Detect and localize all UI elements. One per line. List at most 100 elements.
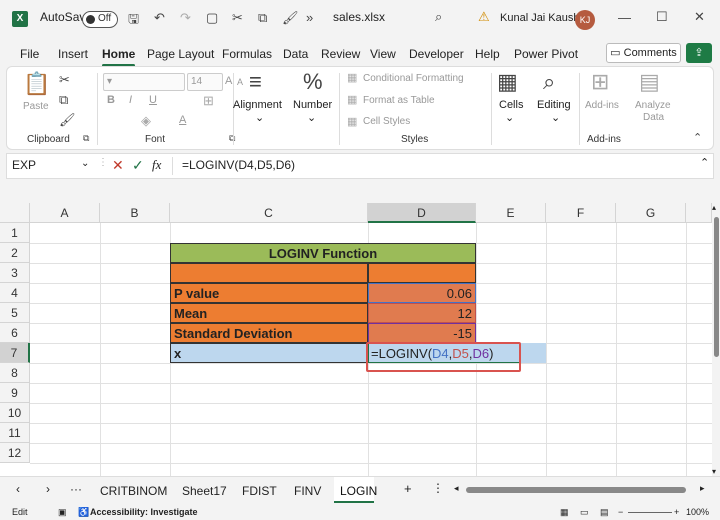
tab-review[interactable]: Review [321,47,360,61]
accessibility-icon[interactable]: ♿ [78,507,89,518]
macro-icon[interactable]: ▣ [58,507,67,518]
alignment-label[interactable]: Alignment [233,99,282,111]
scroll-right-icon[interactable]: ▸ [700,483,705,494]
column-header-c[interactable]: C [170,203,368,223]
page-break-view-icon[interactable]: ▤ [600,507,609,518]
cell-styles-button[interactable]: Cell Styles [363,116,410,127]
column-header-b[interactable]: B [100,203,170,223]
format-as-table-button[interactable]: Format as Table [363,95,435,106]
editing-search-icon[interactable]: ⌕ [543,69,555,95]
column-header-g[interactable]: G [616,203,686,223]
row-header[interactable]: 10 [0,403,30,423]
cells-icon[interactable]: ▦ [497,69,518,95]
italic-button[interactable]: I [129,94,132,106]
zoom-out-icon[interactable]: − [618,507,623,517]
vertical-scroll-thumb[interactable] [714,217,719,357]
sheet-options-icon[interactable]: ⋮ [432,481,444,495]
maximize-icon[interactable]: ☐ [656,9,668,25]
editing-label[interactable]: Editing [537,99,571,111]
table-label-cell[interactable]: Mean [170,303,368,323]
row-header[interactable]: 2 [0,243,30,263]
column-header-a[interactable]: A [30,203,100,223]
sheet-tab-fdist[interactable]: FDIST [242,484,277,498]
avatar[interactable]: KJ [575,10,595,30]
bold-button[interactable]: B [107,94,115,106]
conditional-formatting-button[interactable]: Conditional Formatting [363,73,464,84]
horizontal-scroll-thumb[interactable] [466,487,686,493]
borders-icon[interactable]: ⊞ [203,93,214,109]
scroll-down-icon[interactable]: ▾ [712,467,716,476]
column-header-e[interactable]: E [476,203,546,223]
enter-icon[interactable]: ✓ [132,157,144,174]
table-title-cell[interactable]: LOGINV Function [170,243,476,263]
expand-formula-bar-icon[interactable]: ⌃ [700,156,709,169]
vertical-scrollbar[interactable]: ▴ ▾ [712,203,720,476]
row-header[interactable]: 8 [0,363,30,383]
table-cell[interactable] [170,263,368,283]
select-all-corner[interactable] [0,203,30,223]
alignment-icon[interactable]: ≡ [249,69,262,95]
table-label-cell[interactable]: Standard Deviation [170,323,368,343]
scroll-left-icon[interactable]: ◂ [454,483,459,494]
tab-power-pivot[interactable]: Power Pivot [514,47,578,61]
font-color-button[interactable]: A [179,114,186,126]
close-icon[interactable]: ✕ [694,9,705,25]
font-size-combo[interactable]: 14 [187,73,223,91]
comments-button[interactable]: ▭ Comments [606,43,681,63]
cut-icon[interactable]: ✂ [232,10,243,26]
tab-formulas[interactable]: Formulas [222,47,272,61]
name-box-dropdown-icon[interactable]: ⌄ [81,158,89,169]
row-header[interactable]: 12 [0,443,30,463]
row-header[interactable]: 1 [0,223,30,243]
analyze-data-icon[interactable]: ▤ [639,69,660,95]
sheet-tab-critbinom[interactable]: CRITBINOM [100,484,167,498]
row-header[interactable]: 5 [0,303,30,323]
share-button[interactable]: ⇪ [686,43,712,63]
column-header-d[interactable]: D [368,203,476,223]
number-label[interactable]: Number [293,99,332,111]
tab-help[interactable]: Help [475,47,500,61]
formula-input[interactable]: =LOGINV(D4,D5,D6) [182,158,295,172]
grow-font-button[interactable]: A [225,75,232,87]
cells-label[interactable]: Cells [499,99,523,111]
number-chevron-icon[interactable]: ⌄ [307,111,316,124]
more-commands-icon[interactable]: » [306,10,313,25]
column-header-h[interactable] [686,203,712,223]
zoom-level[interactable]: 100% [686,507,709,517]
zoom-in-icon[interactable]: + [674,507,679,517]
prev-sheet-icon[interactable]: ‹ [16,482,20,496]
sheet-tab-loginv[interactable]: LOGIN [340,484,377,498]
shrink-font-button[interactable]: A [237,77,243,87]
new-icon[interactable]: ▢ [206,10,218,26]
clipboard-launcher-icon[interactable]: ⧉ [83,133,89,144]
fill-color-icon[interactable]: ◈ [141,113,151,129]
analyze-data-label[interactable]: Data [643,112,664,123]
sheet-tab-sheet17[interactable]: Sheet17 [182,484,227,498]
copy-ribbon-icon[interactable]: ⧉ [59,92,68,108]
row-header[interactable]: 11 [0,423,30,443]
row-header[interactable]: 6 [0,323,30,343]
add-sheet-icon[interactable]: + [404,481,412,496]
add-ins-icon[interactable]: ⊞ [591,69,609,95]
tab-data[interactable]: Data [283,47,308,61]
format-painter-ribbon-icon[interactable]: 🖌 [59,112,76,128]
font-name-combo[interactable]: ▾ [103,73,185,91]
cells-chevron-icon[interactable]: ⌄ [505,111,514,124]
number-format-icon[interactable]: % [303,69,323,95]
search-icon[interactable]: ⌕ [435,9,442,25]
next-sheet-icon[interactable]: › [46,482,50,496]
tab-insert[interactable]: Insert [58,47,88,61]
copy-icon[interactable]: ⧉ [258,10,267,26]
zoom-slider[interactable] [628,512,672,513]
tab-home[interactable]: Home [102,47,136,67]
undo-icon[interactable]: ↶ [154,10,165,26]
row-header[interactable]: 3 [0,263,30,283]
table-cell[interactable] [368,263,476,283]
autosave-toggle[interactable]: Off [82,11,118,28]
tab-view[interactable]: View [370,47,396,61]
row-header[interactable]: 7 [0,343,30,363]
row-header[interactable]: 9 [0,383,30,403]
table-label-cell[interactable]: x [170,343,368,363]
accessibility-status[interactable]: Accessibility: Investigate [90,507,198,517]
page-layout-view-icon[interactable]: ▭ [580,507,589,518]
